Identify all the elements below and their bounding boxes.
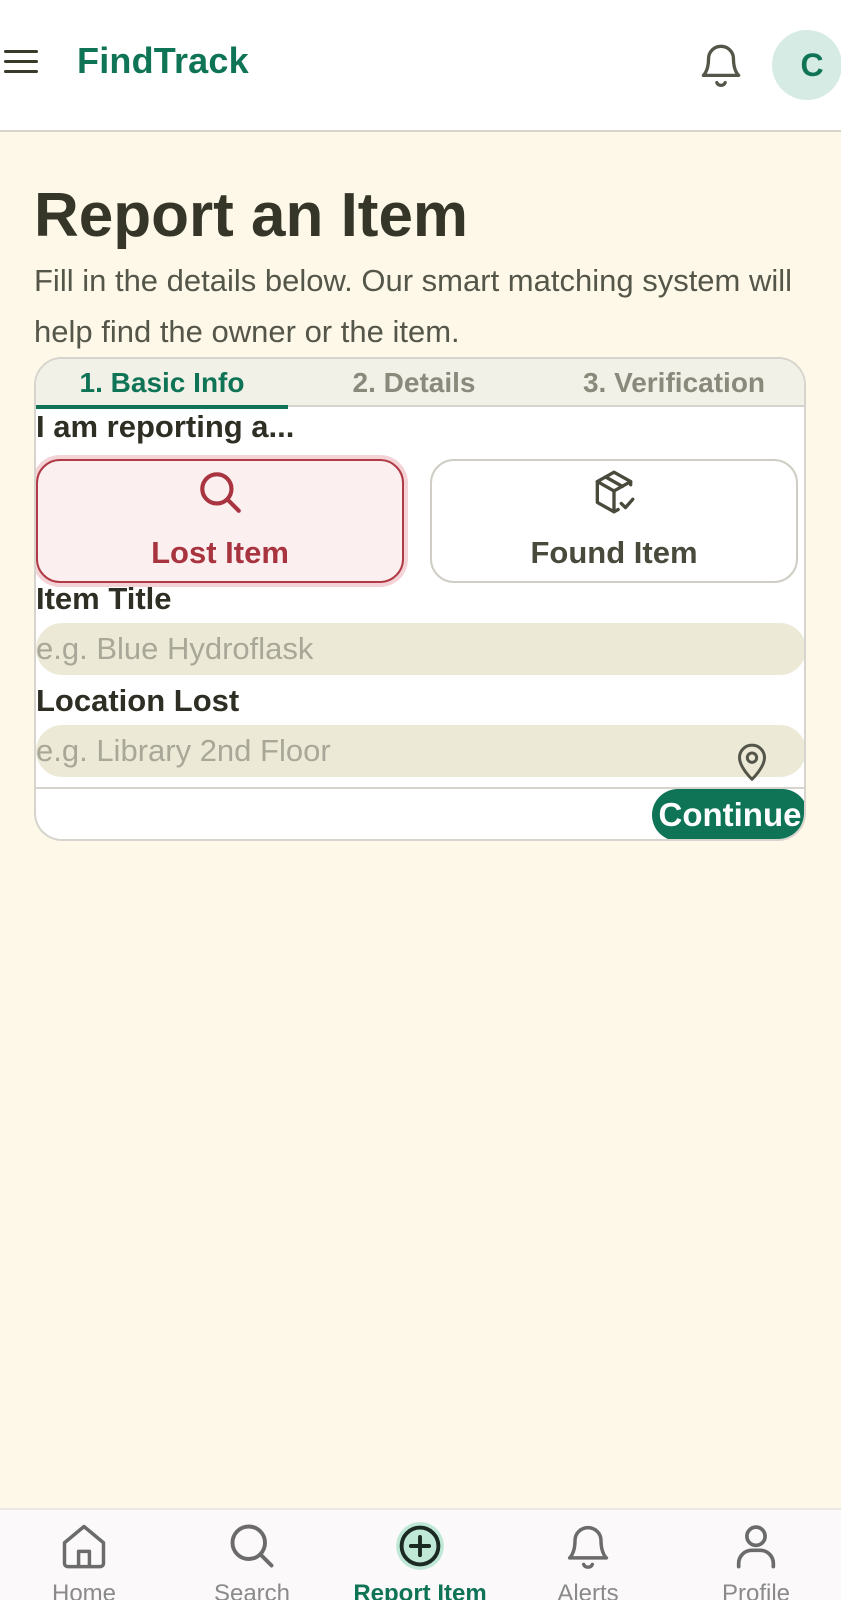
nav-profile-label: Profile — [721, 1580, 791, 1600]
tab-basic-info[interactable]: 1. Basic Info — [36, 359, 288, 409]
nav-home-label: Home — [51, 1580, 117, 1600]
lost-item-option[interactable]: Lost Item — [36, 459, 404, 583]
app-header: FindTrack C — [0, 0, 841, 132]
nav-search[interactable]: Search — [168, 1510, 336, 1600]
bottom-navigation: Home Search Report Item Alerts Profile — [0, 1508, 841, 1600]
location-label: Location Lost — [36, 683, 240, 718]
page-subtitle: Fill in the details below. Our smart mat… — [34, 263, 793, 349]
found-item-option[interactable]: Found Item — [430, 459, 798, 583]
item-title-input[interactable] — [36, 623, 804, 675]
search-icon — [195, 467, 245, 517]
plus-circle-icon — [394, 1520, 446, 1572]
nav-report-item-label: Report Item — [353, 1580, 487, 1600]
nav-search-label: Search — [213, 1580, 291, 1600]
search-icon — [226, 1520, 278, 1572]
item-title-label: Item Title — [36, 581, 172, 616]
nav-home[interactable]: Home — [0, 1510, 168, 1600]
found-item-label: Found Item — [530, 535, 698, 570]
user-icon — [730, 1520, 782, 1572]
bell-icon — [562, 1520, 614, 1572]
avatar[interactable]: C — [772, 30, 841, 100]
nav-alerts-label: Alerts — [557, 1580, 619, 1600]
page-title: Report an Item — [34, 181, 469, 250]
step-tabs: 1. Basic Info 2. Details 3. Verification — [36, 359, 804, 409]
location-pin-icon[interactable] — [732, 739, 772, 783]
package-check-icon — [589, 467, 639, 517]
report-type-label: I am reporting a... — [36, 409, 295, 444]
nav-report-item[interactable]: Report Item — [336, 1510, 504, 1600]
lost-item-label: Lost Item — [151, 535, 289, 570]
app-title: FindTrack — [77, 40, 249, 81]
menu-icon[interactable] — [4, 46, 40, 78]
tab-verification[interactable]: 3. Verification — [540, 359, 804, 407]
nav-alerts[interactable]: Alerts — [504, 1510, 672, 1600]
location-input[interactable] — [36, 725, 804, 777]
continue-button[interactable]: Continue — [652, 789, 804, 839]
report-form-card: 1. Basic Info 2. Details 3. Verification… — [34, 357, 806, 841]
tab-details[interactable]: 2. Details — [288, 359, 540, 407]
nav-profile[interactable]: Profile — [672, 1510, 840, 1600]
notifications-bell-icon[interactable] — [696, 38, 746, 92]
home-icon — [58, 1520, 110, 1572]
